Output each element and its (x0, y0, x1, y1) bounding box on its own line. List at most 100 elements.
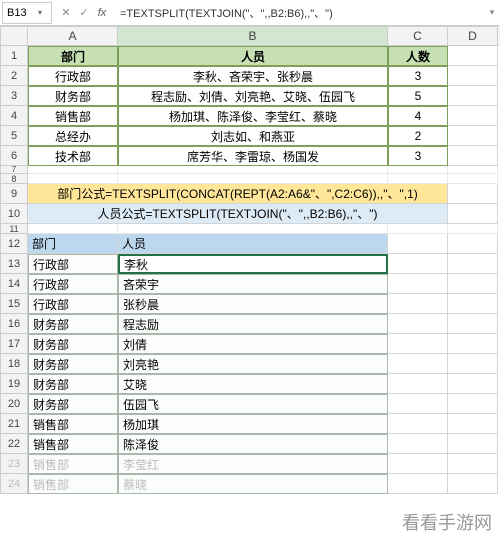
row-header[interactable]: 16 (0, 314, 28, 334)
cell-C18[interactable] (388, 354, 448, 374)
cell-C14[interactable] (388, 274, 448, 294)
cell-C22[interactable] (388, 434, 448, 454)
cell-B16[interactable]: 程志励 (118, 314, 388, 334)
row-header[interactable]: 9 (0, 184, 28, 204)
cell-C7[interactable] (388, 166, 448, 174)
cell-C12[interactable] (388, 234, 448, 254)
cell-D24[interactable] (448, 474, 498, 494)
cell-D11[interactable] (448, 224, 498, 234)
cell-D9[interactable] (448, 184, 498, 204)
dept-formula-cell[interactable]: 部门公式=TEXTSPLIT(CONCAT(REPT(A2:A6&"、",C2:… (28, 184, 448, 204)
cell-D7[interactable] (448, 166, 498, 174)
cell-A1[interactable]: 部门 (28, 46, 118, 66)
cell-C13[interactable] (388, 254, 448, 274)
cell-D6[interactable] (448, 146, 498, 166)
cell-A5[interactable]: 总经办 (28, 126, 118, 146)
cell-A16[interactable]: 财务部 (28, 314, 118, 334)
cell-B3[interactable]: 程志励、刘倩、刘亮艳、艾晓、伍园飞 (118, 86, 388, 106)
cell-C3[interactable]: 5 (388, 86, 448, 106)
cell-A11[interactable] (28, 224, 118, 234)
row-header[interactable]: 20 (0, 394, 28, 414)
cell-A15[interactable]: 行政部 (28, 294, 118, 314)
row-header[interactable]: 3 (0, 86, 28, 106)
cell-B17[interactable]: 刘倩 (118, 334, 388, 354)
name-box[interactable]: B13 ▾ (2, 2, 52, 24)
cell-A4[interactable]: 销售部 (28, 106, 118, 126)
cell-D5[interactable] (448, 126, 498, 146)
cell-C6[interactable]: 3 (388, 146, 448, 166)
row-header[interactable]: 4 (0, 106, 28, 126)
row-header[interactable]: 19 (0, 374, 28, 394)
cell-B20[interactable]: 伍园飞 (118, 394, 388, 414)
cell-C4[interactable]: 4 (388, 106, 448, 126)
cell-D21[interactable] (448, 414, 498, 434)
cell-D2[interactable] (448, 66, 498, 86)
cell-B5[interactable]: 刘志如、和燕亚 (118, 126, 388, 146)
cell-C15[interactable] (388, 294, 448, 314)
formula-input[interactable]: =TEXTSPLIT(TEXTJOIN("、",,B2:B6),,"、") (114, 5, 484, 21)
cell-A14[interactable]: 行政部 (28, 274, 118, 294)
cell-A12[interactable]: 部门 (28, 234, 118, 254)
row-header[interactable]: 21 (0, 414, 28, 434)
fx-icon[interactable]: fx (94, 5, 110, 21)
row-header[interactable]: 23 (0, 454, 28, 474)
cell-D19[interactable] (448, 374, 498, 394)
col-header-C[interactable]: C (388, 26, 448, 46)
cell-A13[interactable]: 行政部 (28, 254, 118, 274)
cell-A24[interactable]: 销售部 (28, 474, 118, 494)
cell-D10[interactable] (448, 204, 498, 224)
cell-A17[interactable]: 财务部 (28, 334, 118, 354)
cell-C11[interactable] (388, 224, 448, 234)
cell-B12[interactable]: 人员 (118, 234, 388, 254)
cell-D12[interactable] (448, 234, 498, 254)
cell-A18[interactable]: 财务部 (28, 354, 118, 374)
cell-D20[interactable] (448, 394, 498, 414)
cell-D1[interactable] (448, 46, 498, 66)
row-header[interactable]: 18 (0, 354, 28, 374)
row-header[interactable]: 2 (0, 66, 28, 86)
row-header[interactable]: 5 (0, 126, 28, 146)
cell-D16[interactable] (448, 314, 498, 334)
cell-D8[interactable] (448, 174, 498, 184)
accept-icon[interactable]: ✓ (76, 5, 92, 21)
cell-B2[interactable]: 李秋、吝荣宇、张秒晨 (118, 66, 388, 86)
row-header[interactable]: 11 (0, 224, 28, 234)
cell-D3[interactable] (448, 86, 498, 106)
cell-D23[interactable] (448, 454, 498, 474)
cell-A19[interactable]: 财务部 (28, 374, 118, 394)
row-header[interactable]: 1 (0, 46, 28, 66)
cell-B11[interactable] (118, 224, 388, 234)
row-header[interactable]: 14 (0, 274, 28, 294)
cell-B23[interactable]: 李莹红 (118, 454, 388, 474)
cell-B15[interactable]: 张秒晨 (118, 294, 388, 314)
expand-icon[interactable]: ▾ (484, 7, 500, 18)
row-header[interactable]: 12 (0, 234, 28, 254)
select-all-corner[interactable] (0, 26, 28, 46)
cell-B7[interactable] (118, 166, 388, 174)
cell-A21[interactable]: 销售部 (28, 414, 118, 434)
cell-B13-selected[interactable]: 李秋 (118, 254, 388, 274)
cell-A3[interactable]: 财务部 (28, 86, 118, 106)
chevron-down-icon[interactable]: ▾ (33, 8, 47, 17)
cell-B24[interactable]: 蔡晓 (118, 474, 388, 494)
cell-B1[interactable]: 人员 (118, 46, 388, 66)
cell-B14[interactable]: 吝荣宇 (118, 274, 388, 294)
cell-C8[interactable] (388, 174, 448, 184)
cell-C20[interactable] (388, 394, 448, 414)
cell-C21[interactable] (388, 414, 448, 434)
cell-A7[interactable] (28, 166, 118, 174)
row-header[interactable]: 6 (0, 146, 28, 166)
cell-B8[interactable] (118, 174, 388, 184)
cell-B19[interactable]: 艾晓 (118, 374, 388, 394)
row-header[interactable]: 22 (0, 434, 28, 454)
cell-C24[interactable] (388, 474, 448, 494)
cell-A2[interactable]: 行政部 (28, 66, 118, 86)
cell-A20[interactable]: 财务部 (28, 394, 118, 414)
cell-C5[interactable]: 2 (388, 126, 448, 146)
cell-D4[interactable] (448, 106, 498, 126)
cell-D13[interactable] (448, 254, 498, 274)
cell-C16[interactable] (388, 314, 448, 334)
cell-C17[interactable] (388, 334, 448, 354)
cell-C1[interactable]: 人数 (388, 46, 448, 66)
cell-A23[interactable]: 销售部 (28, 454, 118, 474)
